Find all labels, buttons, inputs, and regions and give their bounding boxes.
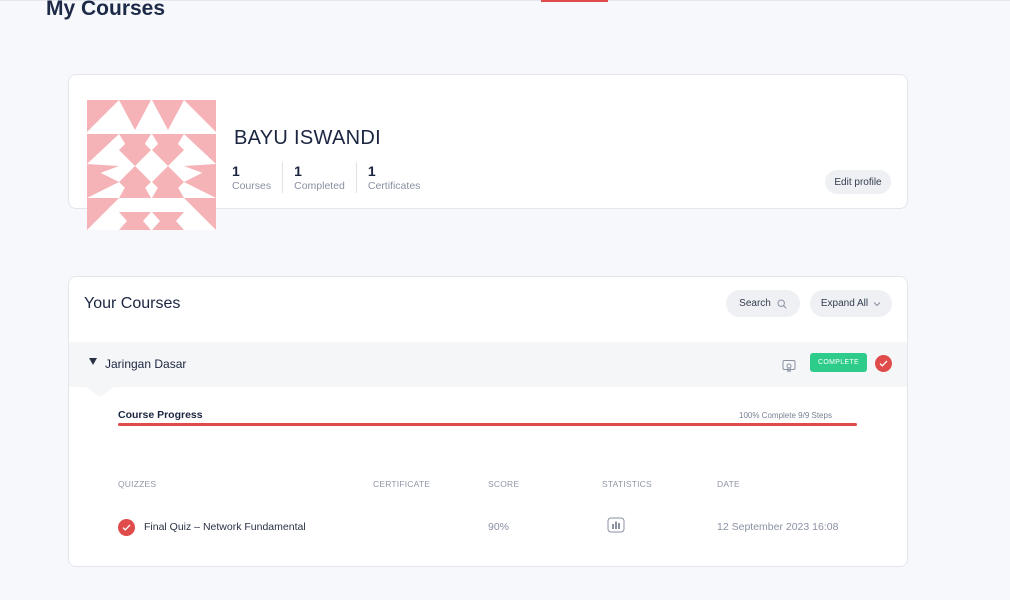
section-title: Your Courses: [84, 295, 181, 312]
progress-bar: [118, 423, 857, 426]
expand-label: Expand All: [820, 298, 869, 309]
identicon-avatar: [87, 100, 216, 230]
page-title: My Courses: [46, 0, 166, 20]
expand-all-button[interactable]: Expand All: [810, 290, 892, 317]
profile-stats: 1 Courses 1 Completed 1 Certificates: [232, 162, 431, 193]
progress-meta: 100% Complete 9/9 Steps: [739, 411, 832, 420]
certificate-icon[interactable]: [782, 359, 796, 378]
column-header-score: SCORE: [488, 479, 520, 489]
stat-value: 1: [294, 163, 302, 179]
quiz-name[interactable]: Final Quiz – Network Fundamental: [144, 521, 306, 533]
active-nav-indicator: [541, 0, 608, 2]
bar-chart-icon[interactable]: [607, 517, 625, 538]
caret-down-icon[interactable]: [89, 358, 97, 365]
stat-completed: 1 Completed: [282, 162, 356, 193]
search-icon: [777, 298, 787, 309]
chevron-down-icon: [873, 301, 881, 306]
stat-certificates: 1 Certificates: [355, 162, 432, 193]
course-name[interactable]: Jaringan Dasar: [105, 357, 186, 371]
progress-fill: [118, 423, 857, 426]
user-name: BAYU ISWANDI: [234, 127, 381, 149]
stat-value: 1: [367, 163, 376, 179]
stat-value: 1: [232, 163, 240, 179]
column-header-statistics: STATISTICS: [602, 479, 652, 489]
course-row-pointer: [86, 387, 114, 397]
quiz-score: 90%: [488, 521, 510, 533]
check-icon: [875, 355, 892, 372]
search-label: Search: [739, 298, 771, 309]
check-icon: [118, 519, 135, 536]
progress-title: Course Progress: [118, 409, 203, 421]
quiz-date: 12 September 2023 16:08: [717, 521, 839, 533]
stat-label: Completed: [294, 180, 345, 192]
edit-profile-button[interactable]: Edit profile: [825, 170, 891, 194]
stat-label: Certificates: [367, 180, 421, 192]
stat-courses: 1 Courses: [232, 162, 282, 193]
stat-label: Courses: [232, 180, 272, 192]
status-badge: COMPLETE: [810, 353, 867, 372]
search-button[interactable]: Search: [726, 290, 800, 317]
column-header-certificate: CERTIFICATE: [373, 479, 431, 489]
column-header-date: DATE: [717, 479, 740, 489]
column-header-quizzes: QUIZZES: [118, 479, 157, 489]
